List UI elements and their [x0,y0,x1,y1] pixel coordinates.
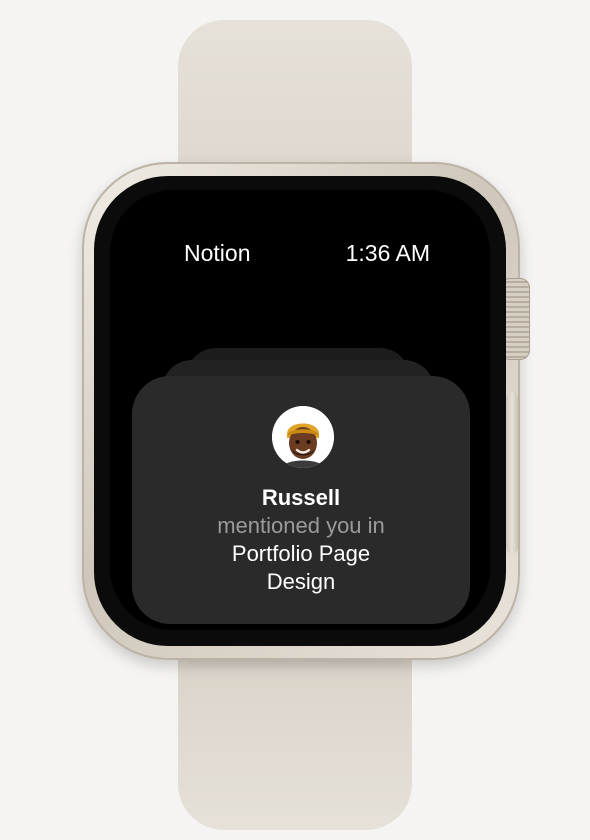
notification-sender: Russell [261,485,341,510]
notification-card[interactable]: Russell mentioned you in Portfolio Page … [132,376,470,624]
watch-screen: Notion 1:36 AM Russell mentioned you in … [110,190,490,630]
notification-text: Russell mentioned you in Portfolio Page … [132,484,470,596]
notification-action: mentioned you in [217,513,385,538]
memoji-avatar-icon [272,406,334,468]
app-name: Notion [184,240,251,266]
watch-band-bottom [178,640,412,830]
notification-document: Portfolio Page Design [231,541,371,594]
side-button[interactable] [506,392,518,554]
status-time: 1:36 AM [345,240,430,266]
avatar [272,406,334,468]
